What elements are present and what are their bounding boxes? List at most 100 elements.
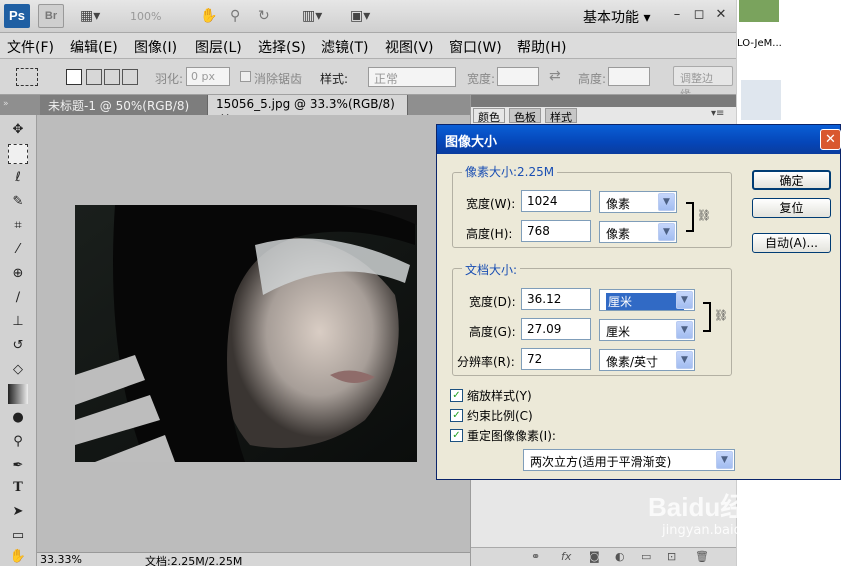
dialog-title-bar[interactable]: 图像大小 ✕ [437,125,841,154]
resample-method-select[interactable]: 两次立方(适用于平滑渐变) ▼ [523,449,735,471]
workspace-switcher[interactable]: 基本功能 ▾ [583,7,650,27]
antialias-checkbox[interactable] [240,71,251,82]
swap-icon[interactable]: ⇄ [549,68,561,84]
document-image[interactable] [75,205,417,462]
menu-layer[interactable]: 图层(L) [195,37,242,57]
menu-window[interactable]: 窗口(W) [449,37,502,57]
feather-input[interactable]: 0 px [186,67,230,86]
style-select[interactable]: 正常 [368,67,456,87]
blur-tool-icon[interactable]: ● [8,408,28,428]
panel-dock-header[interactable] [471,95,737,107]
lasso-tool-icon[interactable]: ℓ [8,168,28,188]
delete-layer-icon[interactable]: 🗑 [695,550,709,563]
arrange-documents-icon[interactable]: ▥▾ [302,4,322,28]
quick-selection-tool-icon[interactable]: ✎ [8,192,28,212]
new-group-icon[interactable]: ▭ [641,550,651,563]
new-selection-icon[interactable] [66,69,82,85]
reset-button[interactable]: 复位 [752,198,831,218]
scale-styles-label: 缩放样式(Y) [467,389,532,403]
tab-label: 15056_5.jpg @ 33.3%(RGB/8) [216,97,395,111]
doc-height-label: 高度(G): [469,325,516,339]
path-selection-tool-icon[interactable]: ➤ [8,502,28,522]
pixel-height-input[interactable]: 768 [521,220,591,242]
move-tool-icon[interactable]: ✥ [8,120,28,140]
tab-15056-5-jpg[interactable]: 15056_5.jpg @ 33.3%(RGB/8) ✕ [208,95,408,125]
thumbnail-caption[interactable]: LO-JeM... [737,38,782,49]
intersect-selection-icon[interactable] [122,69,138,85]
view-extras-icon[interactable]: ▦▾ [80,4,100,28]
menu-filter[interactable]: 滤镜(T) [321,37,368,57]
hand-tool-icon[interactable]: ✋ [8,547,28,566]
rectangle-tool-icon[interactable]: ▭ [8,526,28,546]
status-zoom[interactable]: 33.33% [40,553,82,566]
dialog-close-button[interactable]: ✕ [820,129,841,150]
menu-image[interactable]: 图像(I) [134,37,177,57]
adjustment-layer-icon[interactable]: ◐ [615,550,625,563]
eraser-tool-icon[interactable]: ◇ [8,360,28,380]
rectangular-marquee-tool-icon[interactable] [8,144,28,164]
zoom-tool-icon[interactable]: ⚲ [230,4,240,28]
chevron-down-icon: ▼ [676,291,693,309]
zoom-level-dropdown[interactable]: 100% [130,10,161,23]
menu-edit[interactable]: 编辑(E) [70,37,118,57]
doc-height-input[interactable]: 27.09 [521,318,591,340]
type-tool-icon[interactable]: T [8,478,28,498]
photoshop-logo: Ps [4,4,30,28]
healing-brush-tool-icon[interactable]: ⊕ [8,264,28,284]
pixel-width-unit-select[interactable]: 像素 ▼ [599,191,677,213]
resolution-input[interactable]: 72 [521,348,591,370]
scale-styles-checkbox[interactable]: ✓ [450,389,463,402]
doc-width-input[interactable]: 36.12 [521,288,591,310]
panel-menu-icon[interactable]: ▾≡ [711,108,724,119]
marquee-preset-icon[interactable] [16,68,38,86]
gradient-tool-icon[interactable] [8,384,28,404]
crop-tool-icon[interactable]: ⌗ [8,216,28,236]
pen-tool-icon[interactable]: ✒ [8,456,28,476]
workspace-label: 基本功能 [583,10,639,26]
minimize-button[interactable]: – [667,5,687,25]
new-layer-icon[interactable]: ⊡ [667,550,676,563]
brush-tool-icon[interactable]: ∕ [8,288,28,308]
rotate-view-icon[interactable]: ↻ [258,4,270,28]
dodge-tool-icon[interactable]: ⚲ [8,432,28,452]
restore-button[interactable]: ◻ [689,5,709,25]
thumbnail-image [741,80,781,120]
resolution-unit-select[interactable]: 像素/英寸 ▼ [599,349,695,371]
tab-swatches[interactable]: 色板 [509,108,541,124]
portrait-photo [75,205,417,462]
screen-mode-icon[interactable]: ▣▾ [350,4,370,28]
constrain-proportions-checkbox[interactable]: ✓ [450,409,463,422]
chain-link-icon: ⛓ [714,309,728,322]
hand-tool-icon[interactable]: ✋ [200,4,217,28]
add-selection-icon[interactable] [86,69,102,85]
width-input[interactable] [497,67,539,86]
eyedropper-tool-icon[interactable]: ⁄ [8,240,28,260]
tab-color[interactable]: 颜色 [473,108,505,124]
ok-button[interactable]: 确定 [752,170,831,190]
history-brush-tool-icon[interactable]: ↺ [8,336,28,356]
link-layers-icon[interactable]: ⚭ [531,550,540,563]
add-mask-icon[interactable]: ◙ [589,550,600,563]
subtract-selection-icon[interactable] [104,69,120,85]
refine-edge-button[interactable]: 调整边缘... [673,66,733,101]
clone-stamp-tool-icon[interactable]: ⊥ [8,312,28,332]
menu-select[interactable]: 选择(S) [258,37,306,57]
collapse-toolbox-icon[interactable]: » [0,95,40,115]
menu-view[interactable]: 视图(V) [385,37,434,57]
pixel-height-unit-select[interactable]: 像素 ▼ [599,221,677,243]
bridge-button[interactable]: Br [38,4,64,28]
menu-help[interactable]: 帮助(H) [517,37,566,57]
pixel-dimensions-label: 像素大小:2.25M [462,163,558,180]
close-app-button[interactable]: ✕ [711,5,731,25]
tab-untitled-1[interactable]: 未标题-1 @ 50%(RGB/8) ✕ [40,95,208,128]
pixel-width-input[interactable]: 1024 [521,190,591,212]
menu-file[interactable]: 文件(F) [7,37,54,57]
doc-width-unit-select[interactable]: 厘米 ▼ [599,289,695,311]
doc-height-unit-value: 厘米 [606,325,631,339]
auto-button[interactable]: 自动(A)... [752,233,831,253]
tab-styles[interactable]: 样式 [545,108,577,124]
doc-height-unit-select[interactable]: 厘米 ▼ [599,319,695,341]
layer-style-icon[interactable]: fx [561,550,571,563]
height-input[interactable] [608,67,650,86]
resample-image-checkbox[interactable]: ✓ [450,429,463,442]
